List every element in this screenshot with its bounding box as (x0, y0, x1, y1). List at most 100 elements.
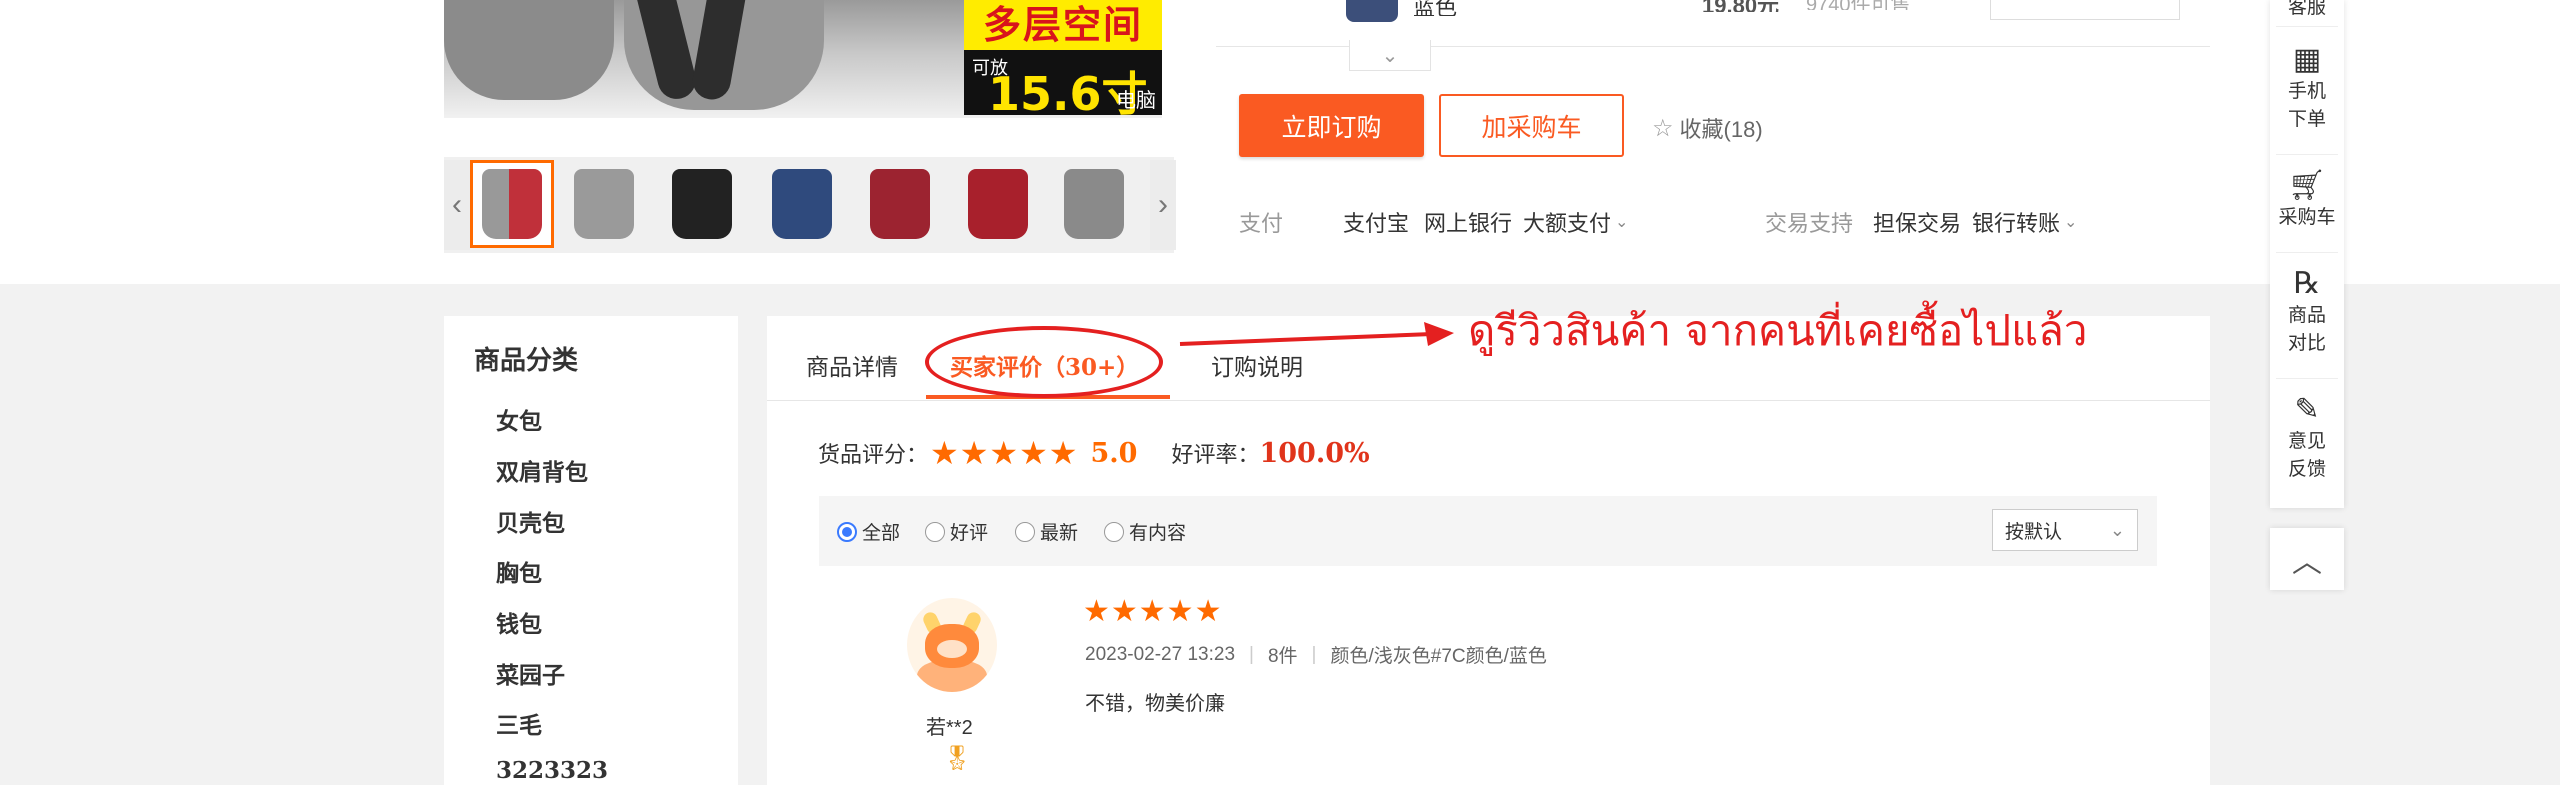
add-to-cart-button[interactable]: 加采购车 (1439, 94, 1624, 157)
filter-with-content-radio[interactable]: 有内容 (1104, 518, 1186, 545)
filter-label: 好评 (950, 523, 989, 544)
mobile-order-label-2: 下单 (2287, 109, 2326, 130)
buy-now-button[interactable]: 立即订购 (1239, 94, 1424, 157)
filter-label: 有内容 (1129, 523, 1187, 544)
payment-online-bank: 网上银行 (1424, 211, 1513, 236)
sidebar-compare[interactable]: ℞ 商品 对比 (2270, 266, 2344, 358)
thumbnail-5[interactable] (858, 160, 942, 248)
medal-icon: 🎖︎ (942, 745, 973, 772)
image-badge-size: 可放 15.6寸 电脑 (964, 50, 1162, 121)
payment-large-label: 大额支付 (1523, 211, 1612, 236)
reviewer-username: 若**2 (926, 717, 973, 739)
category-item[interactable]: 贝壳包 (496, 504, 565, 538)
review-content: 不错，物美价廉 (1085, 693, 1225, 715)
trade-bank-transfer-dropdown[interactable]: 银行转账 ⌄ (1972, 206, 2077, 238)
category-item[interactable]: 菜园子 (496, 656, 565, 690)
thumbnail-2[interactable] (562, 160, 646, 248)
filter-label: 最新 (1040, 523, 1079, 544)
payment-large-dropdown[interactable]: 大额支付 ⌄ (1523, 206, 1628, 238)
score-label: 货品评分： (818, 442, 929, 467)
review-date: 2023-02-27 13:23 (1085, 643, 1236, 665)
edit-icon: ✎ (2294, 393, 2320, 426)
chevron-down-icon: ⌄ (2064, 214, 2078, 231)
right-floating-sidebar: 客服 ▦ 手机 下单 🛒︎ 采购车 ℞ 商品 对比 ✎ 意见 反馈 (2270, 0, 2344, 508)
bag-image-left (444, 0, 614, 100)
thumb-prev-icon[interactable]: ‹ (444, 160, 470, 250)
compare-label-1: 商品 (2287, 305, 2326, 326)
sidebar-cart[interactable]: 🛒︎ 采购车 (2270, 168, 2344, 232)
sort-select[interactable]: 按默认 ⌄ (1992, 509, 2138, 551)
variant-name: 蓝色 (1413, 0, 1458, 16)
review-meta: 2023-02-27 13:23 | 8件 | 颜色/浅灰色#7C颜色/蓝色 (1085, 641, 1547, 668)
review-quantity: 8件 (1267, 646, 1298, 667)
meta-separator: | (1311, 643, 1317, 665)
category-item[interactable]: 女包 (496, 402, 542, 436)
customer-service-label: 客服 (2287, 0, 2326, 18)
thumb-next-icon[interactable]: › (1150, 160, 1176, 250)
sidebar-customer-service[interactable]: 客服 (2270, 0, 2344, 22)
review-stars-icon: ★★★★★ (1083, 595, 1223, 628)
annotation-text: ดูรีวิวสินค้า จากคนที่เคยซื้อไปแล้ว (1468, 306, 2088, 355)
sidebar-divider (2276, 378, 2338, 379)
sidebar-divider (2276, 154, 2338, 155)
annotation-ellipse (925, 326, 1163, 398)
sidebar-mobile-order[interactable]: ▦ 手机 下单 (2270, 42, 2344, 134)
expand-variants-chevron-icon[interactable]: ⌄ (1349, 40, 1431, 71)
category-item[interactable]: 3223323 (496, 757, 608, 784)
payment-label: 支付 (1239, 211, 1284, 236)
quantity-stepper[interactable] (1990, 0, 2180, 20)
payment-alipay: 支付宝 (1343, 211, 1410, 236)
sidebar-divider (2276, 26, 2338, 27)
feedback-label-2: 反馈 (2287, 459, 2326, 480)
trade-bank-transfer-label: 银行转账 (1972, 211, 2061, 236)
category-item[interactable]: 胸包 (496, 554, 542, 588)
category-item[interactable]: 三毛 (496, 706, 542, 740)
favorite-button[interactable]: ☆ 收藏(18) (1652, 112, 1763, 144)
thumbnail-6[interactable] (956, 160, 1040, 248)
filter-latest-radio[interactable]: 最新 (1015, 518, 1078, 545)
compare-icon: ℞ (2293, 267, 2321, 300)
rating-summary: 货品评分： ★★★★★ 5.0 好评率： 100.0% (818, 434, 1370, 472)
meta-separator: | (1249, 643, 1254, 665)
filter-all-radio[interactable]: 全部 (837, 518, 900, 545)
tab-product-details[interactable]: 商品详情 (806, 348, 898, 382)
radio-icon (1104, 521, 1124, 542)
radio-icon (837, 521, 857, 542)
good-rate-value: 100.0% (1259, 437, 1370, 469)
radio-icon (1015, 521, 1035, 542)
feedback-label-1: 意见 (2287, 431, 2326, 452)
badge-unit-text: 电脑 (1116, 90, 1156, 112)
radio-icon (925, 521, 945, 542)
compare-label-2: 对比 (2287, 333, 2326, 354)
filter-positive-radio[interactable]: 好评 (925, 518, 988, 545)
category-item[interactable]: 双肩背包 (496, 453, 588, 487)
favorite-label: 收藏(18) (1679, 117, 1763, 142)
back-to-top-icon[interactable]: ︿ (2270, 528, 2344, 590)
thumbnail-1[interactable] (470, 160, 554, 248)
variant-stock: 9740件可售 (1806, 0, 1911, 10)
filter-label: 全部 (862, 523, 901, 544)
image-badge-top: 多层空间 (964, 0, 1162, 50)
thumbnail-3[interactable] (660, 160, 744, 248)
chevron-down-icon: ⌄ (2109, 519, 2125, 540)
qrcode-icon: ▦ (2292, 43, 2322, 76)
avatar-face (937, 640, 967, 658)
sort-label: 按默认 (2005, 521, 2063, 543)
cart-label: 采购车 (2278, 207, 2336, 228)
thumbnail-4[interactable] (760, 160, 844, 248)
cart-icon: 🛒︎ (2287, 169, 2327, 202)
avatar (907, 598, 997, 692)
category-item[interactable]: 钱包 (496, 605, 542, 639)
category-sidebar: 商品分类 女包 双肩背包 贝壳包 胸包 钱包 菜园子 三毛 3223323 (444, 316, 738, 785)
tabs-divider (767, 400, 2210, 401)
sidebar-feedback[interactable]: ✎ 意见 反馈 (2270, 392, 2344, 484)
variant-price: 19.80元 (1702, 0, 1779, 12)
category-title: 商品分类 (474, 345, 579, 375)
annotation-arrow-icon (1179, 322, 1454, 346)
thumbnail-7[interactable] (1052, 160, 1136, 248)
trade-escrow: 担保交易 (1873, 211, 1962, 236)
variant-image (1346, 0, 1398, 22)
mobile-order-label-1: 手机 (2287, 81, 2326, 102)
good-rate-label: 好评率： (1171, 442, 1260, 467)
score-value: 5.0 (1090, 437, 1138, 469)
